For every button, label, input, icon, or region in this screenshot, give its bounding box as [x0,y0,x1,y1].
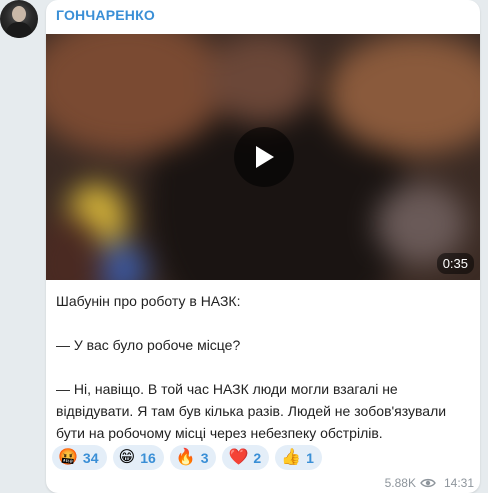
avatar-body [6,22,32,38]
grin-emoji-icon: 😁 [118,448,136,466]
reaction-count: 2 [253,449,262,466]
message-paragraph: — Ні, навіщо. В той час НАЗК люди могли … [56,381,447,441]
view-count: 5.88K [384,476,416,490]
message-paragraph: Шабунін про роботу в НАЗК: [56,293,241,309]
reactions-bar: 🤬 34 😁 16 🔥 3 ❤️ 2 👍 1 [52,445,322,470]
message-paragraph: — У вас було робоче місце? [56,337,241,353]
play-button[interactable] [234,127,294,187]
reaction-fire[interactable]: 🔥 3 [169,445,217,470]
message-time: 14:31 [443,476,474,490]
channel-avatar[interactable] [0,0,38,38]
eye-icon [420,478,436,488]
reaction-count: 1 [306,449,314,466]
reaction-thumbs-up[interactable]: 👍 1 [275,445,322,470]
fire-emoji-icon: 🔥 [175,448,196,466]
reaction-angry[interactable]: 🤬 34 [52,445,107,470]
message-text: Шабунін про роботу в НАЗК: — У вас було … [56,290,474,444]
reaction-count: 3 [200,449,209,466]
thumbs-up-emoji-icon: 👍 [281,448,302,466]
reaction-heart[interactable]: ❤️ 2 [222,445,270,470]
reaction-count: 34 [82,449,99,466]
angry-emoji-icon: 🤬 [58,448,78,466]
play-icon [256,146,274,168]
reaction-grin[interactable]: 😁 16 [112,445,164,470]
reaction-count: 16 [140,449,156,466]
message-bubble: ГОНЧАРЕНКО 0:35 Шабунін про роботу в НАЗ… [46,0,480,493]
heart-emoji-icon: ❤️ [228,448,249,466]
message-meta: 5.88K 14:31 [385,476,474,490]
video-duration: 0:35 [436,253,474,274]
avatar-head [12,6,26,22]
video-preview[interactable]: 0:35 [46,34,480,280]
sender-name[interactable]: ГОНЧАРЕНКО [56,7,155,23]
